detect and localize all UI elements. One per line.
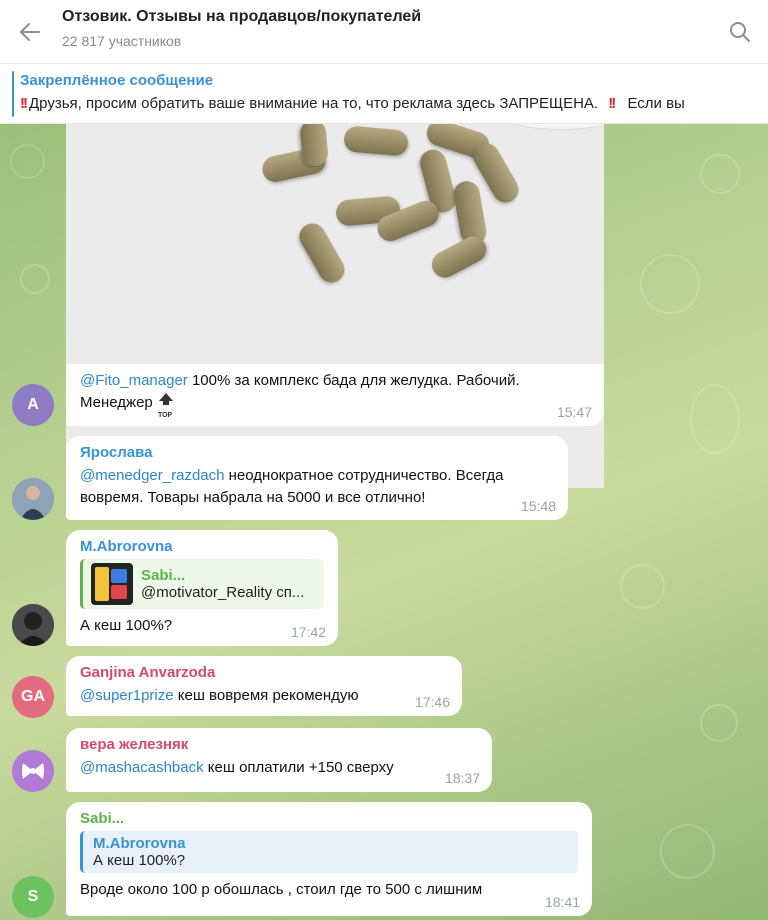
message-time: 15:47 (556, 404, 592, 420)
chat-header: Отзовик. Отзывы на продавцов/покупателей… (0, 0, 768, 64)
sender-name[interactable]: Sabi... (80, 810, 578, 827)
background-doodle (700, 154, 740, 194)
bottle-base (486, 124, 604, 130)
message-text: А кеш 100%? (80, 617, 173, 634)
arrow-left-icon (20, 23, 40, 41)
avatar[interactable] (12, 750, 54, 792)
sender-name[interactable]: вера железняк (80, 736, 478, 753)
reply-quote[interactable]: M.Abrorovna А кеш 100%? (80, 831, 578, 873)
background-doodle (640, 254, 700, 314)
background-doodle (660, 824, 715, 879)
double-exclamation-icon: !! (608, 95, 616, 112)
message-text: @Fito_manager 100% за комплекс бада для … (80, 370, 590, 419)
capsule (427, 231, 491, 283)
message-bubble[interactable]: вера железняк @mashacashback кеш оплатил… (66, 728, 492, 792)
background-doodle (700, 704, 738, 742)
sender-name[interactable]: M.Abrorovna (80, 538, 324, 555)
avatar[interactable]: S (12, 876, 54, 918)
message-bubble[interactable]: @Fito_manager 100% за комплекс бада для … (66, 364, 604, 426)
chat-area[interactable]: @Fito_manager 100% за комплекс бада для … (0, 124, 768, 920)
user-photo-icon (12, 478, 54, 520)
message-text: @menedger_razdach неоднократное сотрудни… (80, 465, 550, 509)
pinned-body-tail: Если вы (627, 95, 685, 112)
reply-sender: Sabi... (141, 567, 186, 584)
message-text: @super1prize кеш вовремя рекомендую (80, 685, 448, 707)
message-bubble[interactable]: Ganjina Anvarzoda @super1prize кеш вовре… (66, 656, 462, 716)
reply-thumbnail (91, 563, 133, 605)
capsule (299, 124, 329, 168)
sender-name[interactable]: Ganjina Anvarzoda (80, 664, 448, 681)
bow-icon (22, 763, 44, 779)
back-button[interactable] (14, 16, 46, 48)
message-bubble[interactable]: Sabi... M.Abrorovna А кеш 100%? Вроде ок… (66, 802, 592, 916)
chat-title[interactable]: Отзовик. Отзывы на продавцов/покупателей (62, 8, 421, 26)
capsule (294, 218, 350, 288)
mention-link[interactable]: @Fito_manager (80, 372, 188, 389)
message-time: 18:37 (444, 770, 480, 786)
message-body: кеш вовремя рекомендую (173, 687, 359, 704)
message-time: 17:42 (290, 624, 326, 640)
mention-link[interactable]: @mashacashback (80, 759, 204, 776)
message-text: @mashacashback кеш оплатили +150 сверху (80, 757, 478, 779)
mention-link[interactable]: @super1prize (80, 687, 174, 704)
reply-text: @motivator_Reality сп... (141, 584, 305, 601)
message-time: 15:48 (520, 498, 556, 514)
avatar[interactable]: A (12, 384, 54, 426)
reply-quote[interactable]: Sabi... @motivator_Reality сп... (80, 559, 324, 609)
sender-name[interactable]: Ярослава (80, 444, 554, 461)
message-body: кеш оплатили +150 сверху (203, 759, 394, 776)
pinned-text: !! Друзья, просим обратить ваше внимание … (20, 95, 685, 112)
member-count: 22 817 участников (62, 33, 182, 49)
pinned-body: Друзья, просим обратить ваше внимание на… (29, 95, 599, 112)
message-time: 17:46 (414, 694, 450, 710)
user-photo-icon (12, 604, 54, 646)
pinned-title: Закреплённое сообщение (20, 72, 214, 89)
reply-sender: M.Abrorovna (93, 835, 186, 852)
message-bubble[interactable]: Ярослава @menedger_razdach неоднократное… (66, 436, 568, 520)
message-photo[interactable] (66, 124, 604, 488)
capsule (342, 125, 410, 157)
search-button[interactable] (724, 16, 756, 48)
top-badge-icon: TOP (157, 392, 175, 419)
pinned-message[interactable]: Закреплённое сообщение !! Друзья, просим … (0, 64, 768, 124)
avatar[interactable]: GA (12, 676, 54, 718)
background-doodle (10, 144, 45, 179)
reply-text: А кеш 100%? (93, 852, 186, 869)
top-badge-label: TOP (157, 412, 173, 420)
pinned-indicator (12, 71, 14, 117)
background-doodle (620, 564, 665, 609)
background-doodle (20, 264, 50, 294)
avatar[interactable] (12, 604, 54, 646)
avatar-initials: A (27, 396, 39, 413)
mention-link[interactable]: @menedger_razdach (80, 467, 224, 484)
double-exclamation-icon: !! (20, 95, 28, 112)
message-time: 18:41 (544, 894, 580, 910)
message-bubble[interactable]: M.Abrorovna Sabi... @motivator_Reality с… (66, 530, 338, 646)
search-icon (730, 22, 750, 42)
avatar-initials: GA (21, 688, 45, 705)
avatar[interactable] (12, 478, 54, 520)
message-text: Вроде около 100 р обошлась , стоил где т… (80, 881, 483, 898)
background-doodle (690, 384, 740, 454)
avatar-initials: S (27, 888, 39, 905)
